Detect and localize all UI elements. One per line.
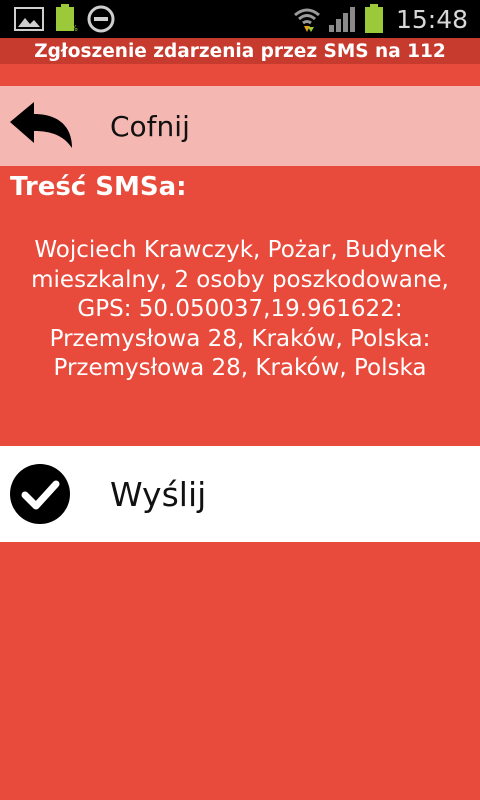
battery-icon [364,4,383,33]
signal-icon [328,7,355,32]
app-title-bar: Zgłoszenie zdarzenia przez SMS na 112 [0,38,480,64]
status-right-icons: 15:48 [292,0,468,38]
sms-content: Wojciech Krawczyk, Pożar, Budynek mieszk… [31,237,449,381]
send-label: Wyślij [110,474,207,514]
sms-heading: Treść SMSa: [10,172,187,202]
back-arrow-icon [10,102,72,148]
status-bar: 100% 15:48 [0,0,480,38]
back-label: Cofnij [110,109,190,143]
check-circle-icon [10,464,70,524]
app-title: Zgłoszenie zdarzenia przez SMS na 112 [34,40,446,62]
gallery-icon [14,7,44,31]
do-not-disturb-icon [87,5,115,33]
send-button[interactable]: Wyślij [0,446,480,542]
status-clock: 15:48 [395,4,468,34]
back-button[interactable]: Cofnij [0,86,480,166]
wifi-icon [293,8,320,32]
battery-percent: 100% [55,24,78,33]
